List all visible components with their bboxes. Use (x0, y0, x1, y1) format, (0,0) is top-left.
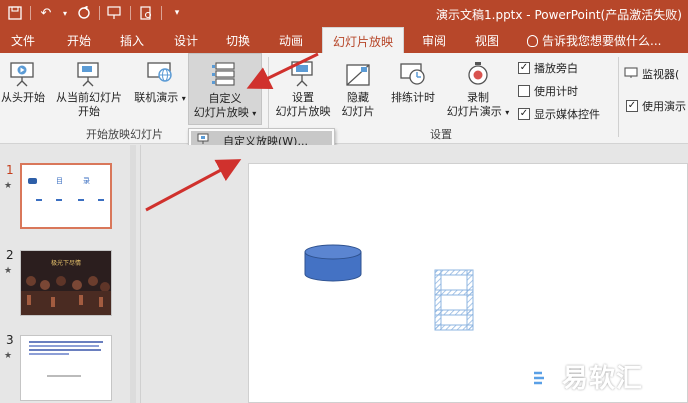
online-globe-icon (134, 53, 186, 91)
slideshow-play-icon (0, 53, 46, 91)
tell-me-search[interactable]: 告诉我您想要做什么... (527, 32, 661, 49)
checkbox-unchecked[interactable] (518, 85, 530, 97)
watermark-logo: 易软汇 (522, 358, 643, 395)
hide-slide-icon (336, 53, 380, 91)
slideshow-current-icon (50, 53, 128, 91)
rehearse-label: 排练计时 (391, 91, 435, 104)
setup-label-1: 设置 (292, 91, 314, 104)
thumbnail-scrollbar[interactable] (130, 145, 136, 403)
ribbon-tabs: 文件 开始 插入 设计 切换 动画 幻灯片放映 审阅 视图 告诉我您想要做什么.… (0, 27, 688, 53)
group-label-start: 开始放映幻灯片 (86, 128, 163, 141)
tab-design[interactable]: 设计 (174, 32, 198, 49)
thumb-bar (98, 199, 104, 201)
animation-star-icon: ★ (4, 351, 13, 361)
custom-show-icon (189, 54, 261, 92)
setup-slide-show-button[interactable]: 设置 幻灯片放映 (272, 53, 334, 125)
record-slide-show-button[interactable]: 录制 幻灯片演示 ▾ (442, 53, 514, 125)
tab-view[interactable]: 视图 (475, 32, 499, 49)
setup-label-2: 幻灯片放映 (275, 105, 331, 118)
tab-home[interactable]: 开始 (67, 32, 91, 49)
online-present-label: 联机演示 ▾ (134, 91, 186, 104)
quick-access-toolbar: ↶ ▾ ▾ (6, 4, 186, 22)
present-icon[interactable] (106, 4, 124, 22)
monitor-icon (624, 66, 638, 82)
hide-label-2: 幻灯片 (341, 105, 375, 118)
thumb-shape (28, 178, 37, 184)
custom-show-label-1: 自定义 (208, 92, 242, 105)
from-current-button[interactable]: 从当前幻灯片 开始 (50, 53, 128, 125)
thumb-title-a: 目 (56, 177, 63, 185)
qat-separator (130, 6, 131, 20)
qat-separator (99, 6, 100, 20)
from-beginning-label: 从头开始 (1, 91, 45, 104)
record-icon (442, 53, 514, 91)
custom-show-label-2: 幻灯片放映 ▾ (193, 106, 257, 119)
checkbox-checked[interactable]: ✓ (518, 108, 530, 120)
from-current-label-1: 从当前幻灯片 (56, 91, 122, 104)
watermark-icon (526, 361, 552, 392)
tab-review[interactable]: 审阅 (422, 32, 446, 49)
record-label-2: 幻灯片演示 ▾ (446, 105, 510, 118)
qat-separator (161, 6, 162, 20)
lightbulb-icon (527, 34, 538, 47)
slide-thumbnail-3[interactable] (20, 335, 112, 401)
title-bar: ↶ ▾ ▾ 演示文稿1.pptx - PowerPoint(产品激活失败) (0, 0, 688, 27)
window-title: 演示文稿1.pptx - PowerPoint(产品激活失败) (436, 8, 682, 22)
hide-slide-button[interactable]: 隐藏 幻灯片 (336, 53, 380, 125)
undo-icon[interactable]: ↶ (37, 4, 55, 22)
rehearse-clock-icon (386, 53, 440, 91)
tab-transitions[interactable]: 切换 (226, 32, 250, 49)
slide-number: 3 (6, 333, 14, 347)
tab-file[interactable]: 文件 (11, 32, 35, 49)
thumb-bar (36, 199, 42, 201)
redo-icon[interactable] (75, 4, 93, 22)
monitor-select[interactable]: 监视器( (624, 66, 679, 82)
qat-separator (30, 6, 31, 20)
show-media-controls-checkbox[interactable]: ✓ 显示媒体控件 (518, 106, 600, 122)
thumb-title-b: 录 (83, 177, 90, 185)
rehearse-timings-button[interactable]: 排练计时 (386, 53, 440, 125)
presenter-view-checkbox[interactable]: ✓ 使用演示 (626, 98, 686, 114)
print-preview-icon[interactable] (137, 4, 155, 22)
tab-animations[interactable]: 动画 (279, 32, 303, 49)
undo-dropdown-icon[interactable]: ▾ (61, 4, 69, 22)
tell-me-text: 告诉我您想要做什么... (542, 34, 662, 48)
tab-insert[interactable]: 插入 (120, 32, 144, 49)
watermark-text: 易软汇 (562, 364, 644, 394)
thumb-bar (56, 199, 62, 201)
setup-show-icon (272, 53, 334, 91)
slide-number: 2 (6, 248, 14, 262)
animation-star-icon: ★ (4, 266, 13, 276)
cylinder-shape (304, 244, 362, 282)
save-icon[interactable] (6, 4, 24, 22)
ribbon: 从头开始 从当前幻灯片 开始 联机演示 ▾ 自定义 幻灯片放映 ▾ 开始放映幻灯… (0, 53, 688, 144)
hide-label-1: 隐藏 (347, 91, 369, 104)
group-separator (268, 57, 269, 137)
thumb-bar (78, 199, 84, 201)
checkbox-checked[interactable]: ✓ (518, 62, 530, 74)
tab-slide-show[interactable]: 幻灯片放映 (322, 27, 405, 53)
from-beginning-button[interactable]: 从头开始 (0, 53, 46, 125)
use-timings-checkbox[interactable]: 使用计时 (518, 83, 578, 99)
checkbox-checked[interactable]: ✓ (626, 100, 638, 112)
customize-qat-icon[interactable]: ▾ (168, 4, 186, 22)
slide-thumbnail-pane: 1 ★ 目 录 2 ★ 极光下尽情 3 ★ (0, 145, 140, 403)
group-label-setup: 设置 (430, 128, 452, 141)
custom-slide-show-button[interactable]: 自定义 幻灯片放映 ▾ (188, 53, 262, 125)
pane-splitter[interactable] (140, 145, 148, 403)
shelf-shape (434, 269, 474, 331)
online-present-button[interactable]: 联机演示 ▾ (134, 53, 186, 125)
text-slide-thumb (29, 341, 103, 377)
concert-photo-thumb (21, 276, 111, 315)
group-separator (618, 57, 619, 137)
slide-thumbnail-2[interactable]: 极光下尽情 (20, 250, 112, 316)
play-narrations-checkbox[interactable]: ✓ 播放旁白 (518, 60, 578, 76)
animation-star-icon: ★ (4, 181, 13, 191)
slide-number: 1 (6, 163, 14, 177)
slide-thumbnail-1[interactable]: 目 录 (20, 163, 112, 229)
from-current-label-2: 开始 (78, 105, 100, 118)
record-label-1: 录制 (467, 91, 489, 104)
